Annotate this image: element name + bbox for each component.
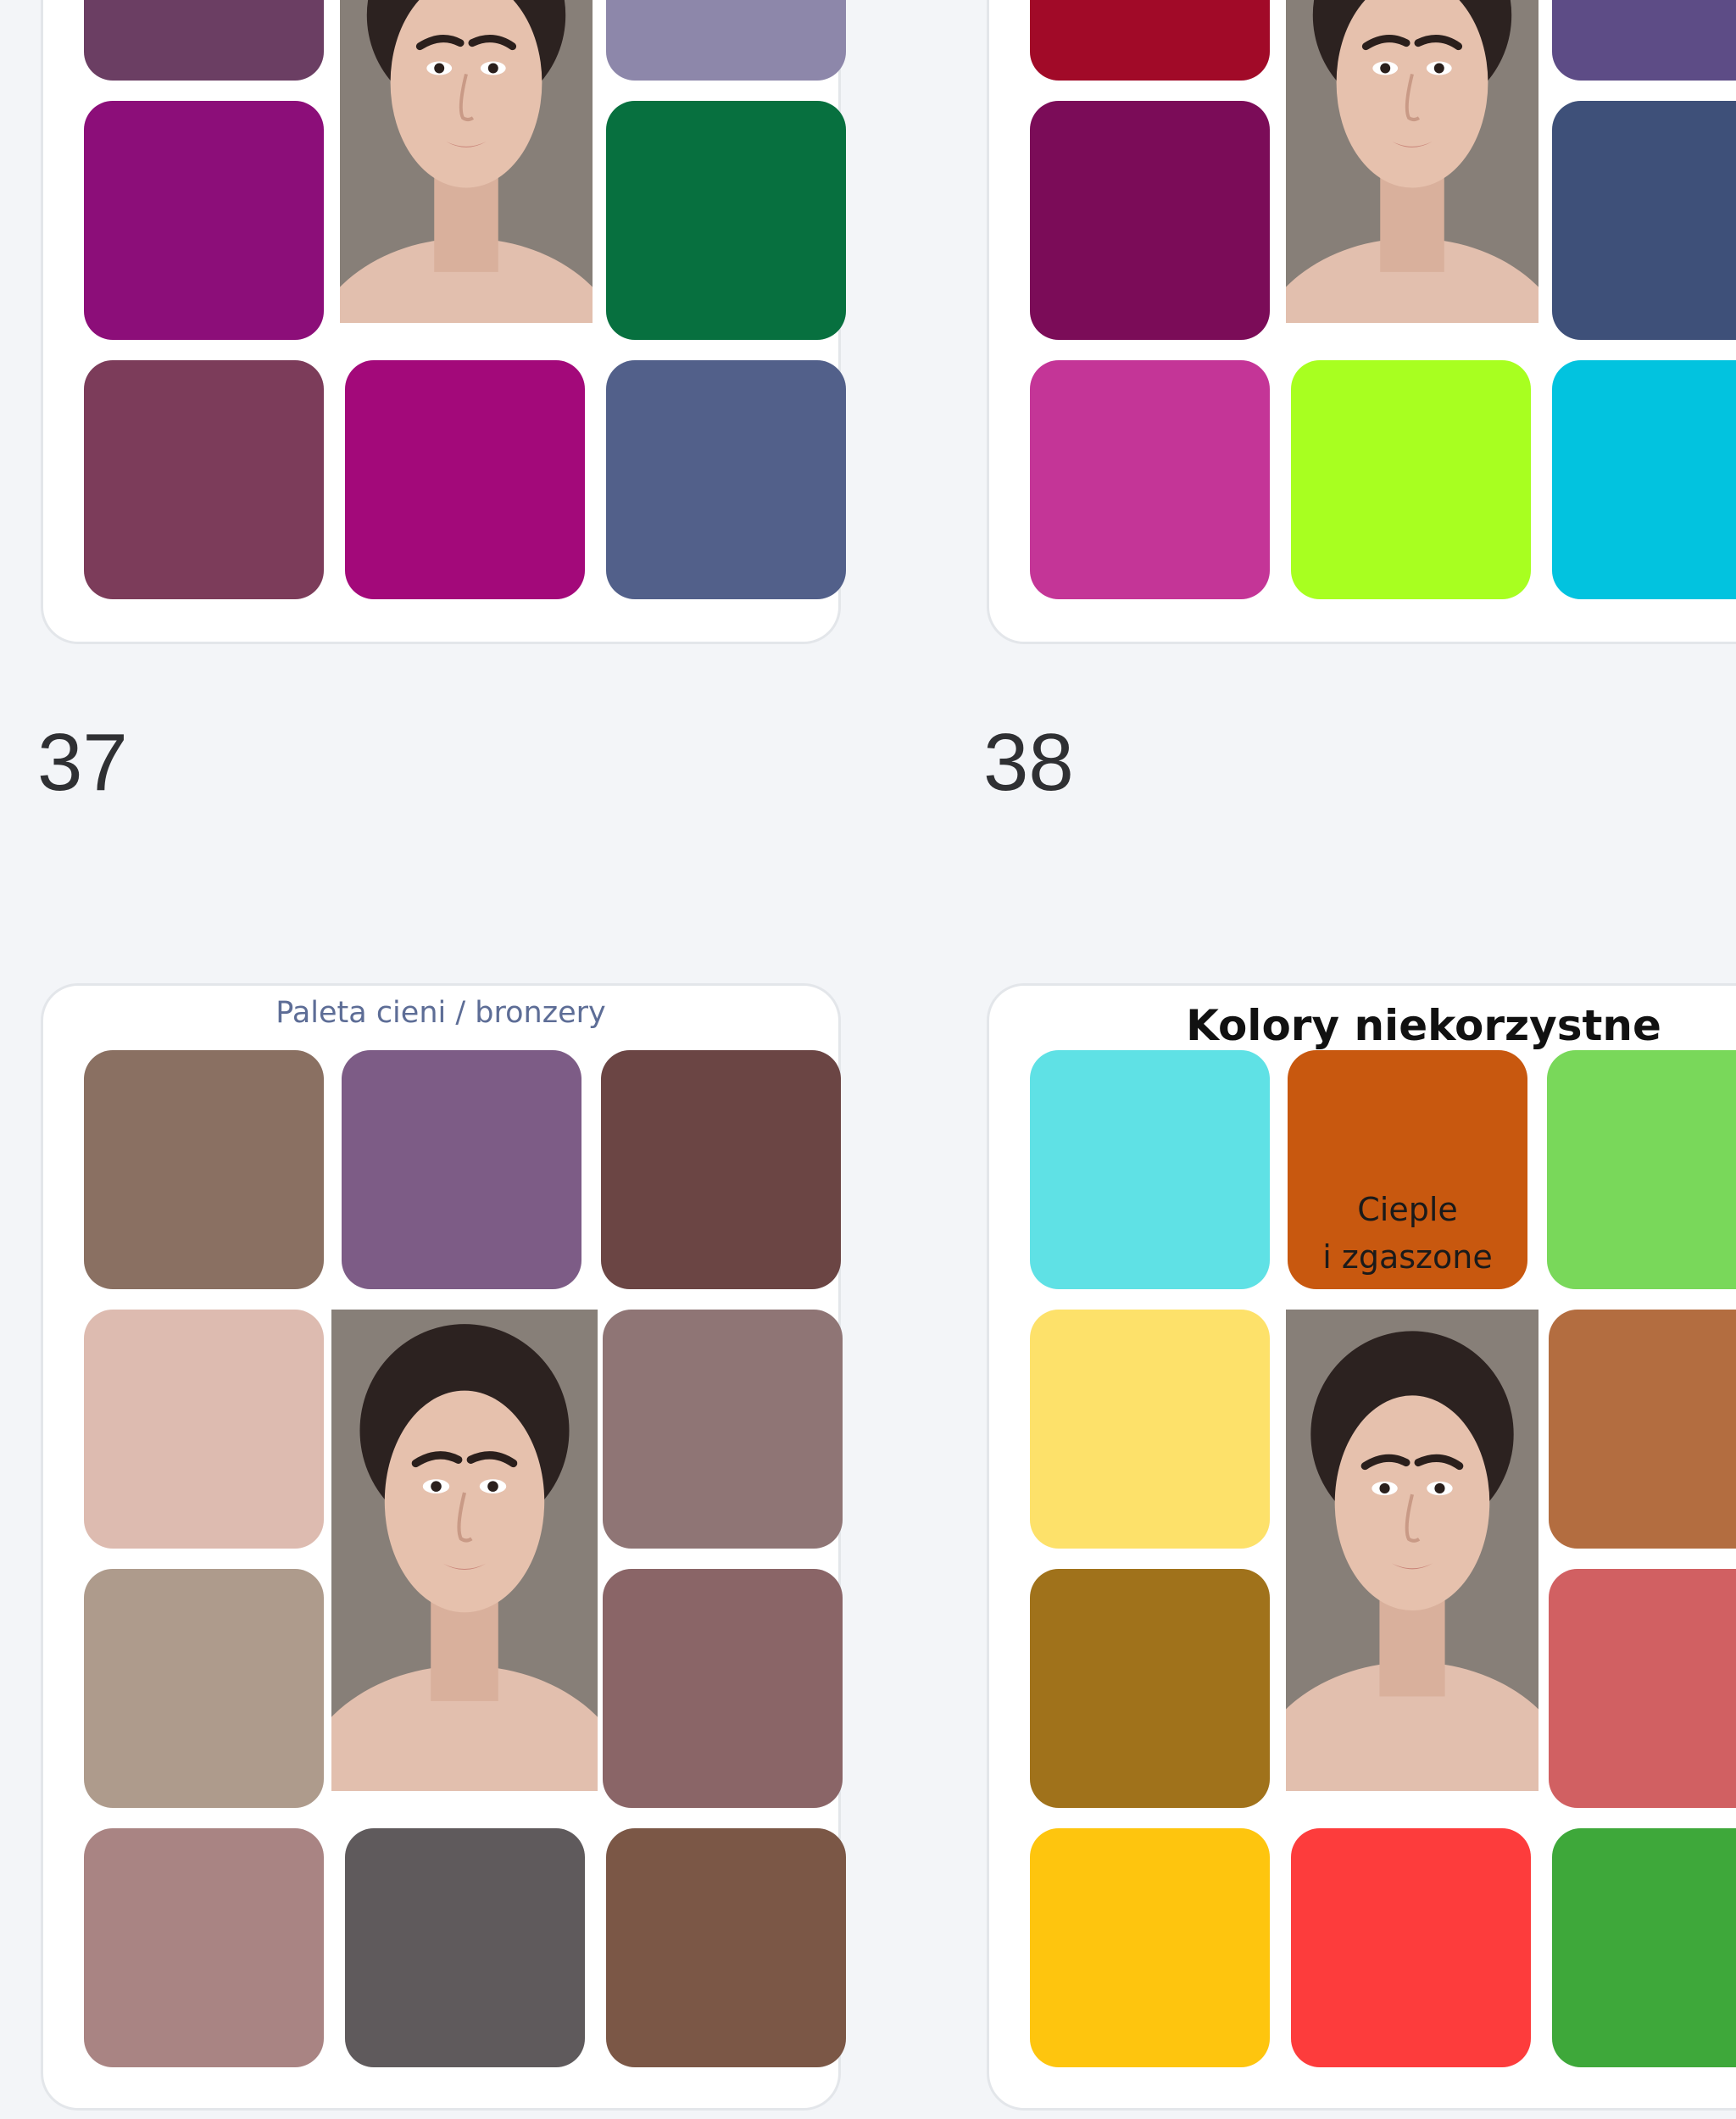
color-swatch [1291,1828,1531,2067]
color-swatch [1030,1050,1270,1289]
color-swatch [1547,1050,1736,1289]
color-swatch [84,1828,324,2067]
color-swatch [1030,0,1270,81]
color-swatch [1549,1569,1736,1808]
color-swatch: Cieple i zgaszone [1288,1050,1527,1289]
color-swatch [1030,1569,1270,1808]
color-swatch [1552,1828,1736,2067]
color-swatch [606,0,846,81]
swatch-label: Cieple i zgaszone [1322,1191,1493,1276]
color-swatch [345,1828,585,2067]
color-swatch [84,1050,324,1289]
card-title: Kolory niekorzystne [1186,1001,1661,1050]
palette-card-38: Kolory niekorzystne Cieple i zgaszone [987,983,1736,2111]
color-swatch [84,0,324,81]
card-title: Paleta cieni / bronzery [275,996,606,1030]
color-swatch [606,101,846,340]
color-swatch [1552,0,1736,81]
portrait-photo [331,1310,598,1791]
palette-card-37: Paleta cieni / bronzery [41,983,846,2111]
color-swatch [342,1050,581,1289]
palette-card-top-left [41,0,846,644]
portrait-photo [340,0,593,323]
color-swatch [606,360,846,599]
color-swatch [601,1050,841,1289]
color-swatch [1552,360,1736,599]
color-swatch [84,360,324,599]
color-swatch [1030,1828,1270,2067]
color-swatch [1030,101,1270,340]
color-swatch [603,1569,843,1808]
color-swatch [606,1828,846,2067]
color-swatch [1549,1310,1736,1549]
color-swatch [84,101,324,340]
color-swatch [84,1310,324,1549]
portrait-photo [1286,1310,1538,1791]
color-swatch [1030,360,1270,599]
palette-number: 37 [37,717,128,808]
color-swatch [345,360,585,599]
color-swatch [1291,360,1531,599]
color-swatch [603,1310,843,1549]
portrait-photo [1286,0,1538,323]
palette-number: 38 [983,717,1074,808]
color-swatch [84,1569,324,1808]
palette-card-top-right [987,0,1736,644]
color-swatch [1552,101,1736,340]
color-swatch [1030,1310,1270,1549]
